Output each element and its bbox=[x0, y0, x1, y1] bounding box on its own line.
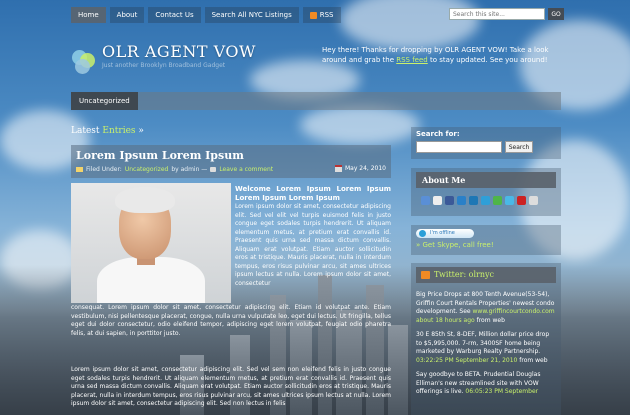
folder-icon bbox=[76, 167, 83, 172]
nav-about[interactable]: About bbox=[109, 7, 145, 23]
facebook-icon[interactable] bbox=[445, 196, 454, 205]
post-header: Lorem Ipsum Lorem Ipsum Filed Under: Unc… bbox=[71, 145, 391, 178]
nav-label: Contact Us bbox=[155, 11, 194, 19]
youtube-icon[interactable] bbox=[517, 196, 526, 205]
category-bar: Uncategorized bbox=[71, 92, 561, 110]
latest-suffix: » bbox=[138, 126, 144, 136]
email-icon[interactable] bbox=[529, 196, 538, 205]
leave-comment-link[interactable]: Leave a comment bbox=[219, 166, 273, 173]
flickr-icon[interactable] bbox=[457, 196, 466, 205]
tweet-text: 30 E 85th St, 8-DEF, Million dollar pric… bbox=[416, 331, 550, 355]
nav-search-listings[interactable]: Search All NYC Listings bbox=[204, 7, 299, 23]
myspace-icon[interactable] bbox=[481, 196, 490, 205]
category-uncategorized[interactable]: Uncategorized bbox=[71, 92, 138, 110]
post-lead: Welcome Lorem Ipsum Lorem Ipsum Lorem Ip… bbox=[235, 185, 391, 202]
twitter-title-text[interactable]: Twitter: olrnyc bbox=[434, 270, 494, 279]
social-icons bbox=[421, 196, 538, 205]
top-nav: Home About Contact Us Search All NYC Lis… bbox=[71, 7, 341, 23]
latest-entries-heading: Latest Entries » bbox=[71, 126, 144, 136]
tweet-item: 30 E 85th St, 8-DEF, Million dollar pric… bbox=[416, 331, 556, 365]
post-photo bbox=[71, 183, 231, 303]
photo-hair bbox=[115, 187, 175, 213]
site-search-input[interactable] bbox=[449, 8, 545, 20]
tweet-list: Big Price Drops at 800 Tenth Avenue(53-5… bbox=[416, 291, 556, 403]
site-logo-icon bbox=[72, 50, 96, 74]
tweet-time[interactable]: about 18 hours ago bbox=[416, 317, 475, 324]
rss-feed-link[interactable]: RSS feed bbox=[396, 56, 428, 64]
get-skype-link[interactable]: » Get Skype, call free! bbox=[416, 241, 494, 249]
post-title[interactable]: Lorem Ipsum Lorem Ipsum bbox=[76, 149, 244, 162]
post-category-link[interactable]: Uncategorized bbox=[125, 166, 168, 173]
skype-widget: I'm offline » Get Skype, call free! bbox=[411, 225, 561, 255]
tweet-item: Say goodbye to BETA. Prudential Douglas … bbox=[416, 371, 556, 397]
site-title[interactable]: OLR AGENT VOW bbox=[102, 42, 256, 61]
site-search-go-button[interactable]: GO bbox=[548, 8, 564, 20]
rss-icon bbox=[421, 271, 430, 279]
tweet-source: from web bbox=[474, 316, 505, 324]
nav-label: Search All NYC Listings bbox=[211, 11, 292, 19]
tweet-time[interactable]: 03:22:25 PM September 21, 2010 bbox=[416, 357, 517, 364]
sidebar-search: Search for: Search bbox=[411, 127, 561, 159]
post-date: May 24, 2010 bbox=[334, 165, 386, 172]
latest-prefix: Latest bbox=[71, 126, 100, 136]
post-body-continued: consequat. Lorem ipsum dolor sit amet, c… bbox=[71, 304, 391, 337]
sidebar-search-input[interactable] bbox=[416, 141, 502, 153]
site-tagline: Just another Brooklyn Broadband Gadget bbox=[102, 62, 226, 69]
tweet-link[interactable]: www.griffincourtcondo.com bbox=[473, 308, 555, 315]
skype-status-badge[interactable]: I'm offline bbox=[416, 229, 474, 238]
nav-label: Home bbox=[78, 11, 99, 19]
digg-icon[interactable] bbox=[433, 196, 442, 205]
comment-icon bbox=[210, 167, 217, 172]
tweet-item: Big Price Drops at 800 Tenth Avenue(53-5… bbox=[416, 291, 556, 325]
nav-home[interactable]: Home bbox=[71, 7, 106, 23]
nav-rss[interactable]: RSS bbox=[302, 7, 341, 23]
sidebar-search-button[interactable]: Search bbox=[505, 141, 533, 153]
twitter-title: Twitter: olrnyc bbox=[416, 267, 556, 283]
welcome-text-end: to stay updated. See you around! bbox=[427, 56, 548, 64]
rss-icon bbox=[309, 11, 317, 19]
post-author: by admin — bbox=[171, 166, 208, 173]
tweet-source: from web bbox=[517, 356, 548, 364]
post-body-second: Lorem ipsum dolor sit amet, consectetur … bbox=[71, 366, 391, 407]
about-me-widget: About Me bbox=[411, 168, 561, 216]
filed-under-label: Filed Under: bbox=[86, 166, 122, 173]
calendar-icon bbox=[334, 165, 342, 172]
post-body-text: Lorem ipsum dolor sit amet, consectetur … bbox=[235, 203, 391, 287]
about-me-title: About Me bbox=[416, 172, 556, 188]
nav-label: RSS bbox=[319, 11, 334, 19]
sidebar-search-label: Search for: bbox=[416, 130, 460, 138]
latest-highlight: Entries bbox=[102, 126, 136, 136]
top-search: GO bbox=[449, 8, 564, 20]
tweet-time[interactable]: 06:05:23 PM September bbox=[465, 388, 538, 395]
twitter-icon[interactable] bbox=[505, 196, 514, 205]
post-meta: Filed Under: Uncategorized by admin — Le… bbox=[76, 166, 273, 173]
twitter-widget: Twitter: olrnyc Big Price Drops at 800 T… bbox=[411, 263, 561, 415]
stumbleupon-icon[interactable] bbox=[493, 196, 502, 205]
post-date-text: May 24, 2010 bbox=[344, 165, 386, 172]
linkedin-icon[interactable] bbox=[469, 196, 478, 205]
delicious-icon[interactable] bbox=[421, 196, 430, 205]
post-body-side: Welcome Lorem Ipsum Lorem Ipsum Lorem Ip… bbox=[235, 185, 391, 288]
welcome-message: Hey there! Thanks for dropping by OLR AG… bbox=[322, 45, 562, 65]
nav-label: About bbox=[116, 11, 138, 19]
nav-contact[interactable]: Contact Us bbox=[148, 7, 201, 23]
